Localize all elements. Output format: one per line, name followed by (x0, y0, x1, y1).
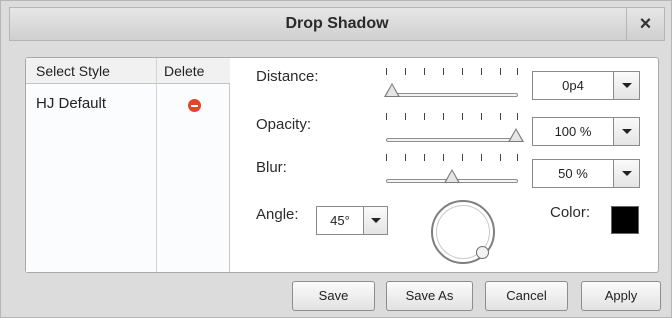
distance-slider[interactable] (384, 68, 518, 104)
blur-slider[interactable] (386, 154, 518, 190)
distance-label: Distance: (256, 68, 319, 85)
cancel-button[interactable]: Cancel (485, 281, 568, 311)
opacity-slider[interactable] (386, 113, 524, 149)
chevron-down-icon[interactable] (613, 160, 639, 187)
delete-style-icon[interactable] (188, 99, 201, 112)
select-style-header: Select Style (36, 63, 110, 79)
distance-slider-ticks (386, 68, 518, 76)
distance-dropdown[interactable]: 0p4 (532, 71, 640, 100)
apply-button[interactable]: Apply (581, 281, 661, 311)
distance-slider-track (386, 93, 518, 97)
dialog-title: Drop Shadow (285, 15, 389, 32)
angle-label: Angle: (256, 206, 299, 223)
blur-slider-ticks (386, 154, 518, 162)
chevron-down-icon[interactable] (363, 207, 387, 234)
style-list-header: Select Style Delete (26, 58, 230, 84)
style-list-panel: Select Style Delete HJ Default (26, 58, 230, 272)
blur-slider-thumb[interactable] (444, 169, 460, 183)
opacity-value: 100 % (554, 124, 592, 139)
color-label: Color: (550, 204, 591, 221)
style-item-hj-default[interactable]: HJ Default (36, 95, 106, 112)
chevron-down-icon[interactable] (613, 118, 639, 145)
chevron-down-icon[interactable] (613, 72, 639, 99)
distance-slider-thumb[interactable] (384, 83, 400, 97)
opacity-dropdown[interactable]: 100 % (532, 117, 640, 146)
opacity-slider-track (386, 138, 518, 142)
blur-dropdown[interactable]: 50 % (532, 159, 640, 188)
title-bar: Drop Shadow × (9, 7, 665, 41)
save-button[interactable]: Save (292, 281, 375, 311)
delete-header: Delete (164, 63, 205, 79)
angle-dial-handle[interactable] (476, 246, 489, 259)
drop-shadow-dialog: Drop Shadow × Select Style Delete HJ Def… (0, 0, 672, 318)
opacity-label: Opacity: (256, 116, 312, 133)
opacity-slider-thumb[interactable] (508, 128, 524, 142)
blur-value: 50 % (558, 166, 588, 181)
opacity-slider-ticks (386, 113, 518, 121)
angle-dropdown[interactable]: 45° (316, 206, 388, 235)
distance-value: 0p4 (562, 78, 584, 93)
settings-panel: Select Style Delete HJ Default Distance:… (25, 57, 659, 273)
blur-label: Blur: (256, 159, 287, 176)
close-icon[interactable]: × (626, 8, 664, 40)
color-swatch[interactable] (611, 206, 639, 234)
angle-value: 45° (330, 213, 350, 228)
angle-dial[interactable] (431, 200, 495, 264)
column-divider (156, 58, 157, 272)
save-as-button[interactable]: Save As (386, 281, 473, 311)
